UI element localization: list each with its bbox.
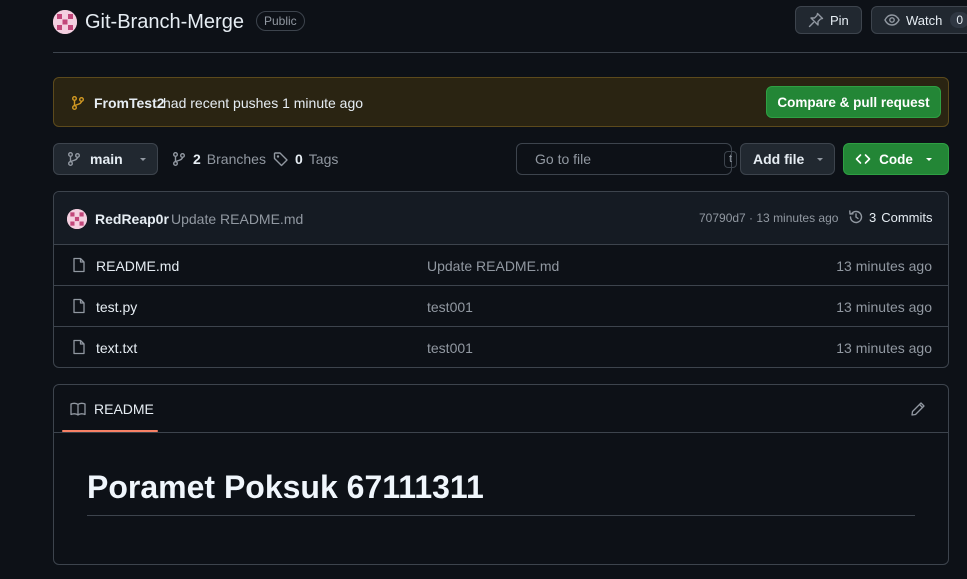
header-divider [53, 52, 967, 53]
watch-label: Watch [906, 12, 943, 28]
pencil-icon[interactable] [910, 401, 926, 417]
tags-count: 0 [295, 151, 303, 167]
readme-tab-label: README [94, 401, 154, 417]
readme-tab[interactable]: README [62, 385, 158, 433]
file-row-readme[interactable]: README.md Update README.md 13 minutes ag… [54, 245, 948, 286]
repo-owner-avatar[interactable] [53, 10, 77, 34]
watch-button[interactable]: Watch 0 [871, 6, 967, 34]
readme-heading: Poramet Poksuk 67111311 [87, 469, 484, 505]
history-icon [849, 210, 863, 224]
commits-label: Commits [881, 209, 933, 225]
commit-message[interactable]: Update README.md [171, 211, 303, 227]
file-row-test-py[interactable]: test.py test001 13 minutes ago [54, 286, 948, 327]
caret-down-icon [925, 158, 932, 161]
file-name[interactable]: text.txt [96, 340, 137, 356]
branches-count: 2 [193, 151, 201, 167]
commit-author[interactable]: RedReap0r [95, 211, 169, 227]
banner-branch-name[interactable]: FromTest2 [94, 95, 165, 111]
commit-hash-time[interactable]: 70790d7 · 13 minutes ago [699, 211, 838, 225]
tags-label: Tags [308, 151, 339, 167]
banner-message: had recent pushes 1 minute ago [163, 95, 364, 111]
file-browser: RedReap0r Update README.md 70790d7 · 13 … [53, 191, 949, 368]
readme-tab-divider [54, 432, 948, 433]
branch-selector[interactable]: main [53, 143, 158, 175]
visibility-badge: Public [256, 11, 305, 31]
go-to-file-search[interactable]: t [516, 143, 738, 175]
pin-icon [808, 12, 824, 28]
caret-down-icon [139, 158, 146, 161]
compare-pull-request-button[interactable]: Compare & pull request [766, 86, 941, 118]
file-icon [73, 339, 85, 355]
pin-label: Pin [830, 12, 849, 28]
file-commit-message[interactable]: Update README.md [427, 258, 559, 274]
file-icon [73, 257, 85, 273]
recent-push-banner: FromTest2 had recent pushes 1 minute ago… [53, 77, 949, 127]
file-row-text-txt[interactable]: text.txt test001 13 minutes ago [54, 327, 948, 367]
branches-label: Branches [206, 151, 266, 167]
commit-author-avatar[interactable] [67, 209, 87, 229]
readme-heading-divider [87, 515, 915, 516]
branch-icon [68, 152, 80, 166]
file-name[interactable]: test.py [96, 299, 137, 315]
file-updated-time: 13 minutes ago [836, 340, 932, 356]
caret-down-icon [817, 158, 824, 161]
file-name[interactable]: README.md [96, 258, 179, 274]
branches-link[interactable]: 2 Branches [171, 151, 266, 167]
code-label: Code [879, 151, 913, 167]
go-to-file-input[interactable] [535, 151, 716, 167]
branch-icon [72, 96, 84, 110]
branch-icon [173, 152, 185, 166]
code-button[interactable]: Code [843, 143, 949, 175]
latest-commit-row: RedReap0r Update README.md 70790d7 · 13 … [54, 192, 948, 245]
branch-selector-label: main [90, 151, 123, 167]
book-icon [70, 402, 86, 416]
pin-button[interactable]: Pin [795, 6, 862, 34]
file-commit-message[interactable]: test001 [427, 299, 473, 315]
code-icon [855, 154, 871, 164]
commits-history-link[interactable]: 3 Commits [848, 209, 933, 225]
tags-link[interactable]: 0 Tags [273, 151, 338, 167]
tag-icon [273, 152, 288, 167]
file-icon [73, 298, 85, 314]
repo-name[interactable]: Git-Branch-Merge [85, 11, 244, 34]
file-updated-time: 13 minutes ago [836, 258, 932, 274]
readme-panel: README Poramet Poksuk 67111311 [53, 384, 949, 565]
add-file-button[interactable]: Add file [740, 143, 835, 175]
eye-icon [884, 14, 900, 26]
search-shortcut-key: t [724, 150, 738, 168]
commits-count: 3 [869, 209, 877, 225]
watch-count: 0 [950, 12, 967, 28]
file-commit-message[interactable]: test001 [427, 340, 473, 356]
file-updated-time: 13 minutes ago [836, 299, 932, 315]
add-file-label: Add file [753, 151, 805, 167]
